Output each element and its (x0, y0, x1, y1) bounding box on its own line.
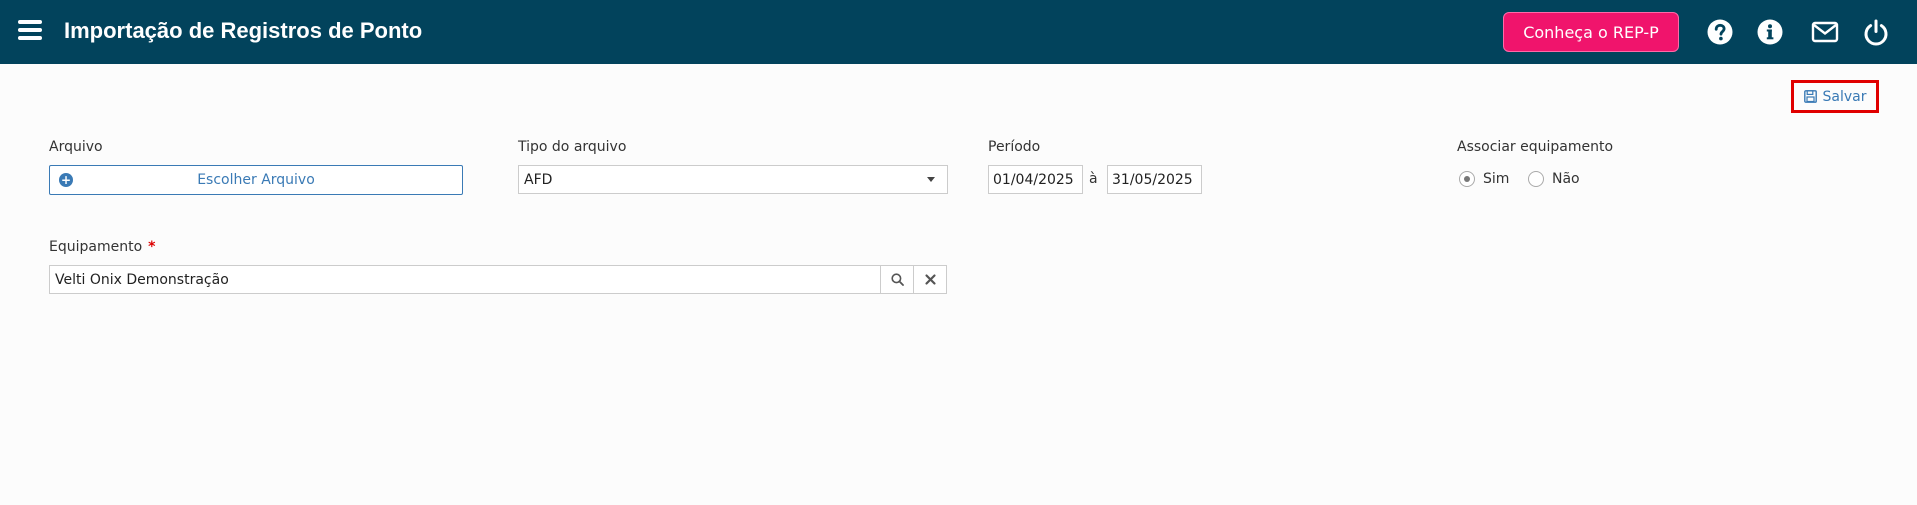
mail-icon[interactable] (1811, 18, 1839, 46)
power-icon[interactable] (1862, 18, 1890, 46)
required-marker: * (148, 239, 156, 255)
menu-icon[interactable] (18, 20, 42, 41)
info-icon[interactable] (1756, 18, 1784, 46)
caret-down-icon (927, 177, 935, 182)
help-icon[interactable] (1706, 18, 1734, 46)
save-button[interactable]: Salvar (1791, 80, 1879, 113)
associar-equipamento-label: Associar equipamento (1457, 139, 1614, 155)
equipamento-label-text: Equipamento (49, 239, 143, 255)
choose-file-label: Escolher Arquivo (197, 172, 315, 188)
periodo-end-input[interactable]: 31/05/2025 (1107, 165, 1202, 194)
radio-checked-icon (1459, 171, 1475, 187)
periodo-start-input[interactable]: 01/04/2025 (988, 165, 1083, 194)
close-icon (924, 274, 936, 285)
periodo-label: Período (988, 139, 1041, 155)
save-label: Salvar (1822, 88, 1867, 105)
floppy-disk-icon (1803, 90, 1817, 103)
search-icon (890, 273, 904, 286)
tipo-arquivo-value: AFD (524, 172, 553, 188)
clear-button[interactable] (913, 265, 947, 294)
associar-nao-radio[interactable]: Não (1528, 171, 1580, 187)
top-navbar: Importação de Registros de Ponto Conheça… (0, 0, 1917, 64)
rep-p-button[interactable]: Conheça o REP-P (1503, 12, 1679, 52)
equipamento-label: Equipamento * (49, 239, 155, 255)
choose-file-button[interactable]: + Escolher Arquivo (49, 165, 463, 195)
associar-sim-radio[interactable]: Sim (1459, 171, 1509, 187)
tipo-arquivo-select[interactable]: AFD (518, 165, 948, 194)
page-title: Importação de Registros de Ponto (64, 18, 423, 43)
search-button[interactable] (880, 265, 914, 294)
periodo-separator: à (1089, 171, 1098, 187)
tipo-arquivo-label: Tipo do arquivo (518, 139, 627, 155)
equipamento-input[interactable]: Velti Onix Demonstração (49, 265, 881, 294)
arquivo-label: Arquivo (49, 139, 103, 155)
associar-sim-label: Sim (1483, 171, 1510, 187)
associar-nao-label: Não (1552, 171, 1580, 187)
radio-unchecked-icon (1528, 171, 1544, 187)
